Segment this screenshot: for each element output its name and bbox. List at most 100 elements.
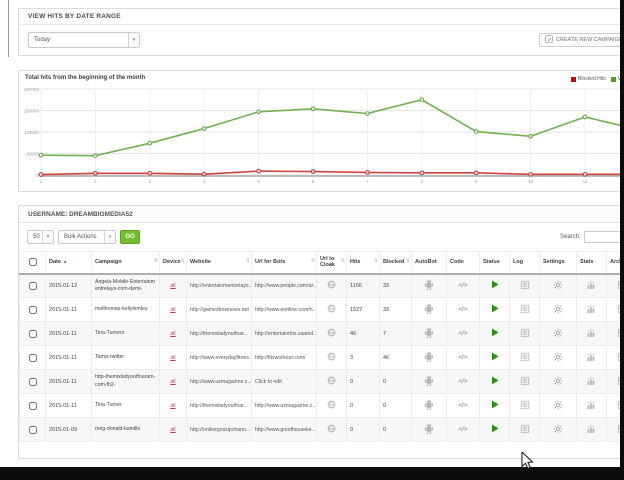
row-checkbox[interactable] [29,354,37,362]
status-play-icon[interactable] [480,274,510,298]
device-link[interactable]: all [160,418,187,442]
row-checkbox[interactable] [29,426,37,434]
mouse-cursor [521,452,534,475]
search-input[interactable] [584,231,624,243]
column-header-url-for-bots[interactable]: Url for Bots⇅ [252,252,317,274]
status-play-icon[interactable] [480,370,510,394]
device-link[interactable]: all [160,394,187,418]
autobot-android-icon[interactable] [412,370,447,394]
status-play-icon[interactable] [480,322,510,346]
url-to-cloak-globe-icon[interactable] [317,370,347,394]
stats-chart-icon[interactable] [577,394,607,418]
code-icon[interactable]: </> [447,274,480,298]
settings-gear-icon[interactable] [540,394,577,418]
autobot-android-icon[interactable] [412,346,447,370]
url-to-cloak-globe-icon[interactable] [317,418,347,442]
status-play-icon[interactable] [480,418,510,442]
date-range-select[interactable]: Today ▾ [28,32,140,48]
device-link[interactable]: all [160,346,187,370]
log-icon[interactable] [510,298,540,322]
url-to-cloak-globe-icon[interactable] [317,322,347,346]
code-icon[interactable]: </> [447,346,480,370]
column-header-hits[interactable]: Hits⇅ [347,252,380,274]
cell-url-for-bots: http://entertainthis.usatod... [252,322,317,346]
cell-website: http://onlinegossipchann... [187,418,252,442]
log-icon[interactable] [510,322,540,346]
username-heading: USERNAME: DREAMBIGMEDIA52 [19,206,624,223]
select-all-checkbox[interactable] [29,258,37,266]
log-icon[interactable] [510,394,540,418]
column-header-website[interactable]: Website⇅ [187,252,252,274]
row-checkbox[interactable] [29,282,37,290]
stats-chart-icon[interactable] [577,322,607,346]
go-button[interactable]: GO [120,230,140,244]
column-header-date[interactable]: Date▲ [46,252,92,274]
create-campaign-icon [545,35,553,45]
url-to-cloak-globe-icon[interactable] [317,394,347,418]
row-checkbox [20,322,46,346]
code-icon[interactable]: </> [447,418,480,442]
settings-gear-icon[interactable] [540,322,577,346]
stats-chart-icon[interactable] [577,370,607,394]
log-icon[interactable] [510,418,540,442]
column-header-stats: Stats [577,252,607,274]
page-size-select[interactable]: 50 ▾ [27,230,54,244]
column-header-code: Code [447,252,480,274]
autobot-android-icon[interactable] [412,418,447,442]
cell-campaign: meg-donald-kamille [92,418,160,442]
code-icon[interactable]: </> [447,298,480,322]
code-icon[interactable]: </> [447,394,480,418]
row-checkbox[interactable] [29,378,37,386]
device-link[interactable]: all [160,370,187,394]
row-checkbox [20,274,46,298]
hits-line-chart: 050000100000150000200000123456789101112 [19,85,624,189]
log-icon[interactable] [510,274,540,298]
column-header-device[interactable]: Device⇅ [160,252,187,274]
code-icon[interactable]: </> [447,370,480,394]
stats-chart-icon[interactable] [577,346,607,370]
settings-gear-icon[interactable] [540,370,577,394]
autobot-android-icon[interactable] [412,274,447,298]
legend-swatch [611,77,616,82]
status-play-icon[interactable] [480,298,510,322]
cell-hits: 46 [347,322,380,346]
log-icon[interactable] [510,346,540,370]
create-campaign-button[interactable]: CREATE NEW CAMPAIGN [539,33,624,47]
autobot-android-icon[interactable] [412,322,447,346]
chevron-down-icon: ▾ [128,33,139,47]
code-icon[interactable]: </> [447,322,480,346]
settings-gear-icon[interactable] [540,346,577,370]
row-checkbox[interactable] [29,330,37,338]
cell-hits: 1527 [347,298,380,322]
cell-hits: 1166 [347,274,380,298]
cell-blocked: 7 [380,322,412,346]
row-checkbox [20,370,46,394]
bulk-actions-select[interactable]: Bulk Actions ▾ [58,230,116,244]
device-link[interactable]: all [160,274,187,298]
column-header-blocked[interactable]: Blocked⇅ [380,252,412,274]
device-link[interactable]: all [160,322,187,346]
stats-chart-icon[interactable] [577,274,607,298]
sort-icon: ⇅ [154,258,158,264]
row-checkbox[interactable] [29,306,37,314]
status-play-icon[interactable] [480,394,510,418]
url-to-cloak-globe-icon[interactable] [317,274,347,298]
settings-gear-icon[interactable] [540,298,577,322]
cell-website: http://www.everydayfitnes... [187,346,252,370]
stats-chart-icon[interactable] [577,418,607,442]
chart-title: Total hits from the beginning of the mon… [25,75,145,81]
column-header-campaign[interactable]: Campaign⇅ [92,252,160,274]
stats-chart-icon[interactable] [577,298,607,322]
dashboard-screen: VIEW HITS BY DATE RANGE Today ▾ CREATE N… [0,0,624,480]
url-to-cloak-globe-icon[interactable] [317,346,347,370]
log-icon[interactable] [510,370,540,394]
autobot-android-icon[interactable] [412,298,447,322]
autobot-android-icon[interactable] [412,394,447,418]
settings-gear-icon[interactable] [540,274,577,298]
device-link[interactable]: all [160,298,187,322]
url-to-cloak-globe-icon[interactable] [317,298,347,322]
status-play-icon[interactable] [480,346,510,370]
settings-gear-icon[interactable] [540,418,577,442]
row-checkbox[interactable] [29,402,37,410]
column-header-url-to-cloak[interactable]: Url to Cloak⇅ [317,252,347,274]
